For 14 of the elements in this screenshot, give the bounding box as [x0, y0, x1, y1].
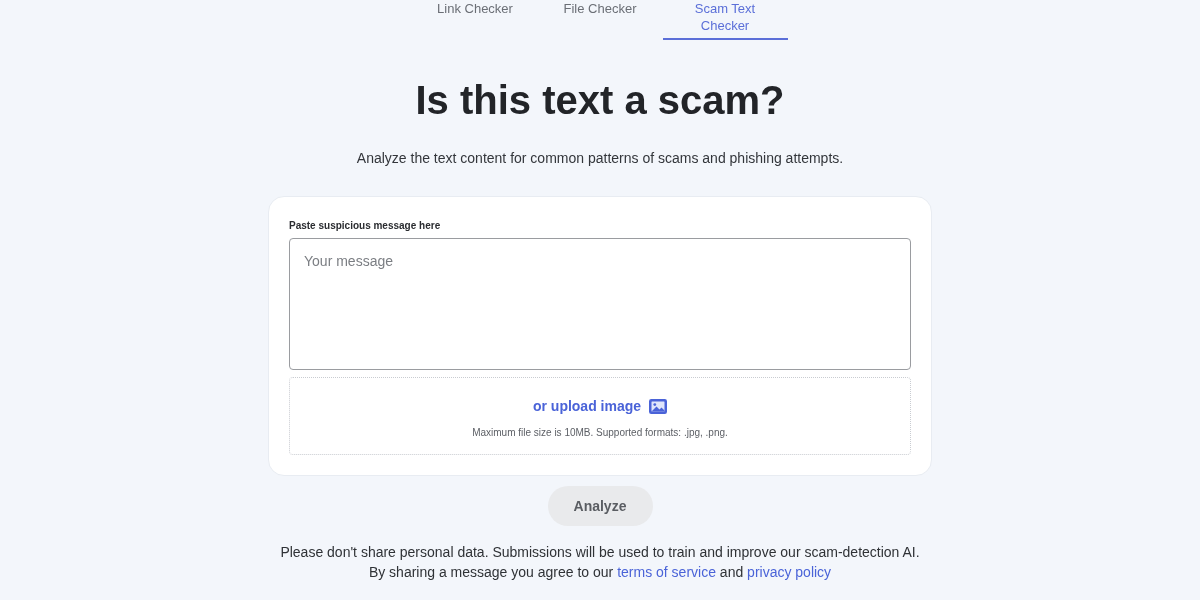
policy-link[interactable]: privacy policy	[747, 564, 832, 580]
page-heading: Is this text a scam?	[415, 77, 785, 124]
upload-note: Maximum file size is 10MB. Supported formats: .jpg, .png.	[472, 426, 728, 440]
consent-notice: By sharing a message you agree to our terms of service and privacy policy	[368, 563, 832, 582]
terms-link[interactable]: terms of service	[617, 564, 716, 580]
upload-image-link[interactable]: or upload image	[532, 396, 642, 416]
tab[interactable]: Scam Text Checker	[662, 0, 788, 40]
page-subtitle: Analyze the text content for common patterns of scams and phishing attempts.	[356, 149, 844, 168]
tab[interactable]: Link Checker	[412, 0, 538, 40]
message-input[interactable]: Your message	[289, 238, 911, 370]
tab[interactable]: File Checker	[537, 0, 663, 40]
message-label: Paste suspicious message here	[289, 219, 442, 233]
privacy-notice: Please don't share personal data. Submissions will be used to train and improve our scam-detection AI.	[280, 543, 920, 562]
image-icon[interactable]	[649, 398, 668, 414]
